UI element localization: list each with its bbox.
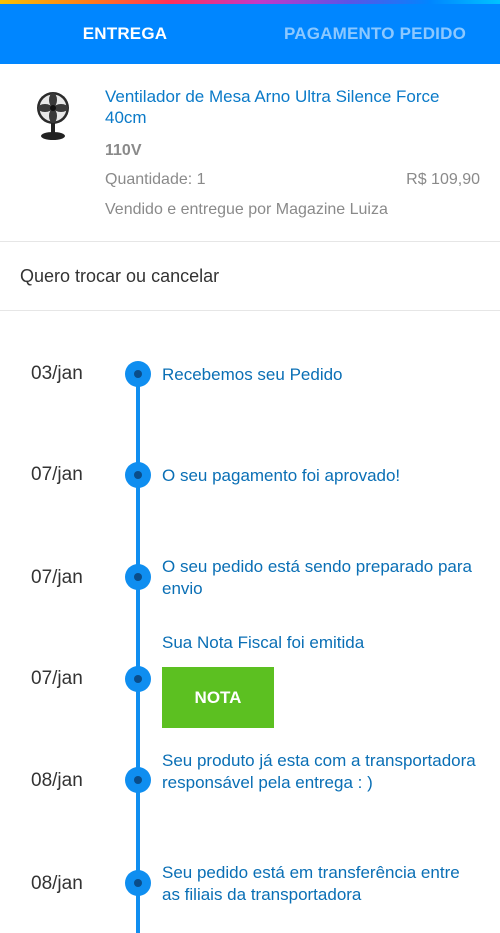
timeline-dot: [125, 361, 151, 387]
exchange-cancel-label: Quero trocar ou cancelar: [20, 265, 220, 286]
product-quantity: Quantidade: 1: [105, 171, 206, 188]
fan-icon: [37, 92, 69, 140]
timeline-dot: [125, 666, 151, 692]
timeline-dot: [125, 870, 151, 896]
timeline-dot: [125, 564, 151, 590]
timeline-event-text: Sua Nota Fiscal foi emitida: [162, 633, 365, 652]
timeline-event-text: O seu pedido está sendo preparado para e…: [162, 557, 473, 598]
timeline-date: 08/jan: [31, 873, 83, 894]
timeline-dot: [125, 767, 151, 793]
exchange-cancel-button[interactable]: Quero trocar ou cancelar: [0, 242, 500, 311]
order-timeline: 03/jan Recebemos seu Pedido 07/jan O seu…: [0, 311, 500, 933]
product-price: R$ 109,90: [406, 171, 480, 188]
timeline-event-text: Recebemos seu Pedido: [162, 365, 343, 384]
timeline-event-text: Seu pedido está em transferência entre a…: [162, 863, 460, 904]
tab-pagamento-pedido[interactable]: PAGAMENTO PEDIDO: [250, 4, 500, 64]
timeline-dot: [125, 462, 151, 488]
nota-fiscal-button[interactable]: NOTA: [162, 667, 274, 728]
timeline-date: 08/jan: [31, 770, 83, 791]
timeline-date: 07/jan: [31, 567, 83, 588]
timeline-line: [136, 373, 140, 933]
timeline-date: 07/jan: [31, 464, 83, 485]
product-variant: 110V: [105, 142, 142, 159]
timeline-event-text: O seu pagamento foi aprovado!: [162, 466, 401, 485]
timeline-date: 07/jan: [31, 668, 83, 689]
product-name-link[interactable]: Ventilador de Mesa Arno Ultra Silence Fo…: [105, 86, 475, 128]
timeline-date: 03/jan: [31, 363, 83, 384]
product-card: Ventilador de Mesa Arno Ultra Silence Fo…: [0, 64, 500, 242]
order-tabs: ENTREGA PAGAMENTO PEDIDO: [0, 4, 500, 64]
timeline-event-text: Seu produto já esta com a transportadora…: [162, 751, 476, 792]
product-seller: Vendido e entregue por Magazine Luiza: [105, 201, 388, 218]
tab-entrega[interactable]: ENTREGA: [0, 4, 250, 64]
